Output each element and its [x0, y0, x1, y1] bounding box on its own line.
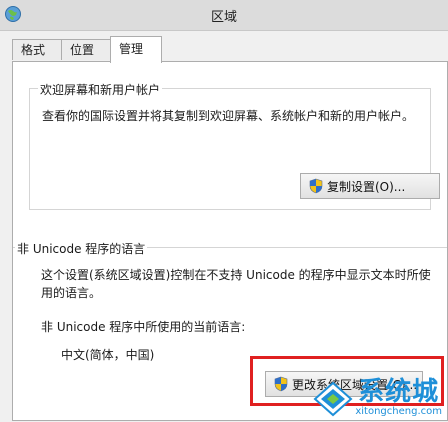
watermark-text-en: xitongcheng.com: [355, 406, 442, 417]
title-bar: 区域: [0, 0, 448, 31]
uac-shield-icon: [309, 178, 323, 194]
tab-format[interactable]: 格式: [12, 39, 62, 60]
current-language-label: 非 Unicode 程序中所使用的当前语言:: [41, 320, 246, 334]
window-title: 区域: [210, 10, 237, 25]
welcome-screen-group: 欢迎屏幕和新用户帐户 查看你的国际设置并将其复制到欢迎屏幕、系统帐户和新的用户帐…: [29, 81, 440, 210]
welcome-screen-description: 查看你的国际设置并将其复制到欢迎屏幕、系统帐户和新的用户帐户。: [42, 109, 415, 123]
copy-settings-button[interactable]: 复制设置(O)...: [300, 173, 440, 199]
watermark-text-cn: 系统城: [358, 377, 440, 407]
copy-settings-label: 复制设置(O)...: [327, 179, 406, 194]
watermark: 系统城 xitongcheng.com: [313, 378, 442, 417]
welcome-screen-group-title: 欢迎屏幕和新用户帐户: [38, 81, 163, 98]
tab-location[interactable]: 位置: [61, 39, 111, 60]
non-unicode-group-title: 非 Unicode 程序的语言: [15, 240, 148, 257]
watermark-logo-icon: [313, 381, 353, 417]
tab-administrative[interactable]: 管理: [110, 36, 162, 63]
watermark-text: 系统城 xitongcheng.com: [355, 378, 442, 417]
non-unicode-description-line2: 用的语言。: [41, 286, 102, 300]
non-unicode-description-line1: 这个设置(系统区域设置)控制在不支持 Unicode 的程序中显示文本时所使: [41, 268, 431, 282]
